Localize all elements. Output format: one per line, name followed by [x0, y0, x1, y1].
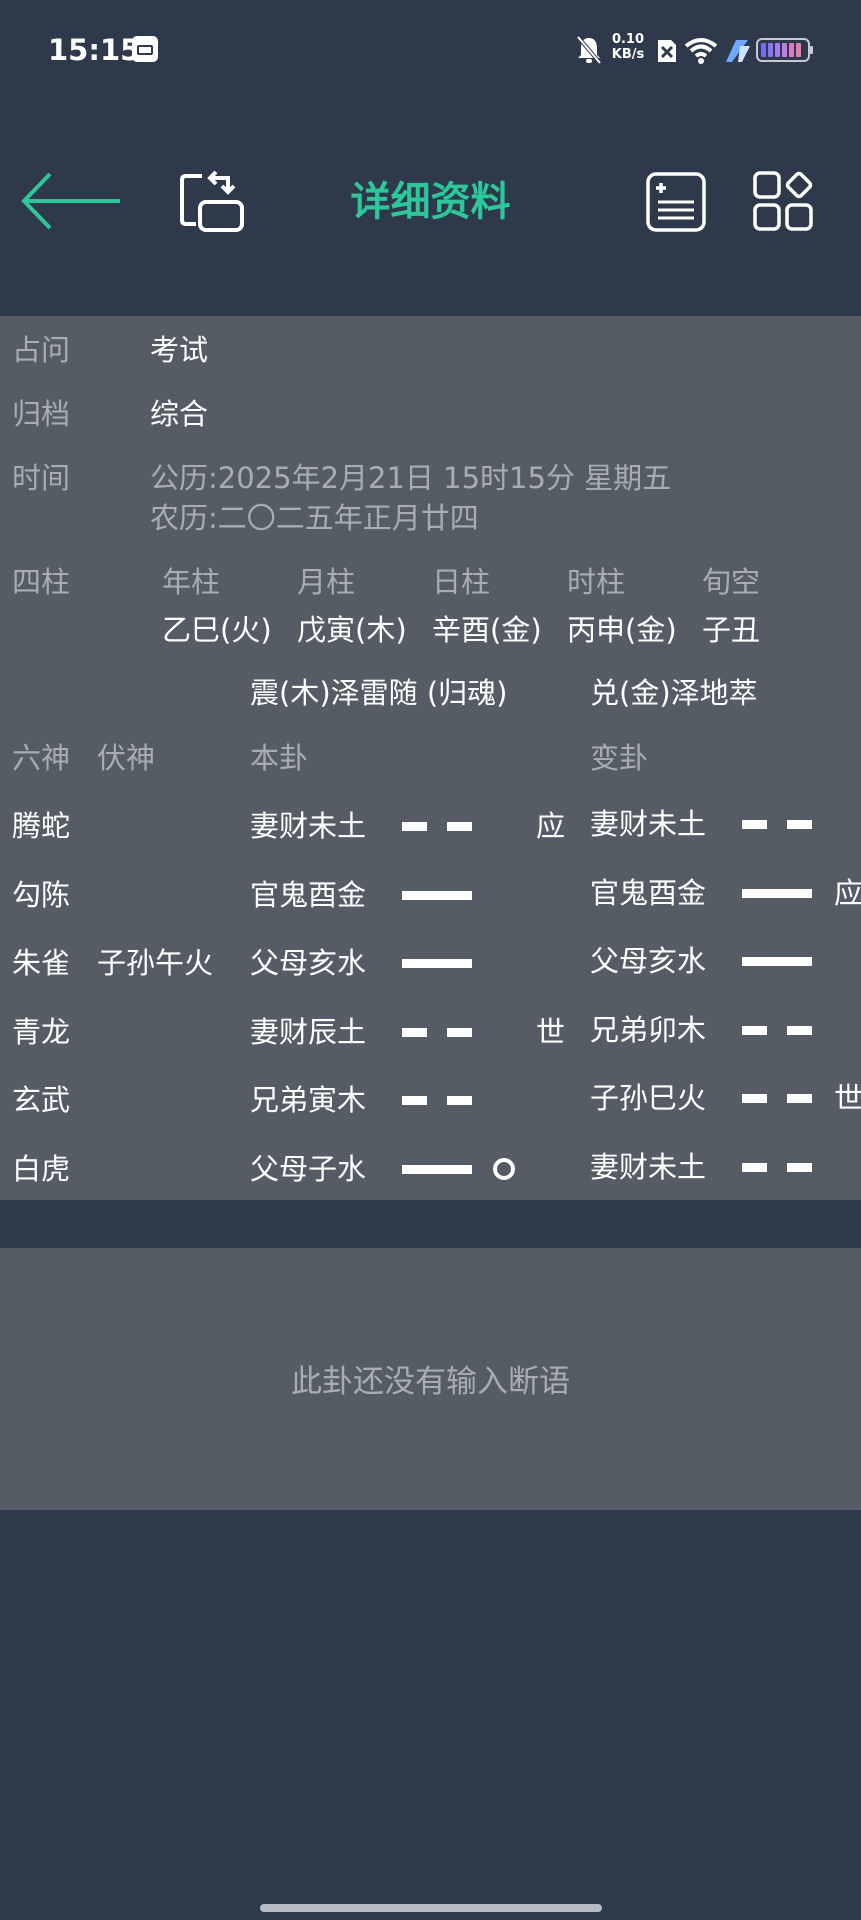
- page-title: 详细资料: [350, 179, 511, 225]
- pillar-header-day: 日柱: [432, 565, 491, 599]
- main-line-6: [402, 1165, 472, 1174]
- changed-line-label-5: 子孙巳火: [590, 1081, 707, 1115]
- main-line-label-1: 妻财未土: [250, 809, 367, 843]
- main-line-4-right: [447, 1028, 472, 1037]
- changed-mark-2: 应: [834, 876, 861, 910]
- changed-line-5-left: [742, 1094, 767, 1103]
- hidden-spirit-3: 子孙午火: [97, 946, 214, 980]
- changed-line-5-right: [787, 1094, 812, 1103]
- main-line-label-3: 父母亥水: [250, 946, 367, 980]
- col-main-hexagram: 本卦: [250, 741, 309, 775]
- charging-icon: [726, 40, 750, 62]
- changed-line-1-right: [787, 820, 812, 829]
- changed-line-1-left: [742, 820, 767, 829]
- main-line-1-left: [402, 822, 427, 831]
- status-time: 15:15: [48, 33, 141, 67]
- time-label: 时间: [12, 461, 71, 495]
- col-hidden-spirit: 伏神: [97, 741, 156, 775]
- changed-line-label-2: 官鬼酉金: [590, 876, 707, 910]
- main-line-5-right: [447, 1096, 472, 1105]
- speed-value: 0.10: [611, 32, 645, 47]
- question-label: 占问: [12, 333, 71, 367]
- main-line-4-left: [402, 1028, 427, 1037]
- speed-unit: KB/s: [611, 47, 645, 62]
- six-spirit-6: 白虎: [12, 1152, 71, 1186]
- pillar-hour: 丙申(金): [567, 613, 677, 647]
- pillar-header-year: 年柱: [162, 565, 221, 599]
- changed-line-3: [742, 957, 812, 966]
- six-spirit-1: 腾蛇: [12, 809, 71, 843]
- six-spirit-3: 朱雀: [12, 946, 71, 980]
- pillar-header-month: 月柱: [297, 565, 356, 599]
- changed-line-label-1: 妻财未土: [590, 807, 707, 841]
- sim-none-icon: [658, 40, 676, 62]
- category-label: 归档: [12, 397, 71, 431]
- changed-line-4-left: [742, 1026, 767, 1035]
- main-line-2: [402, 891, 472, 900]
- lunar-date: 农历:二〇二五年正月廿四: [150, 501, 479, 535]
- pillar-month: 戊寅(木): [297, 613, 407, 647]
- pillar-year: 乙巳(火): [162, 613, 272, 647]
- pillar-void: 子丑: [702, 613, 761, 647]
- main-line-label-5: 兄弟寅木: [250, 1083, 367, 1117]
- main-mark-4: 世: [536, 1015, 566, 1049]
- changed-line-label-3: 父母亥水: [590, 944, 707, 978]
- calendar-icon: [132, 36, 158, 62]
- pillar-day: 辛酉(金): [432, 613, 542, 647]
- six-spirit-4: 青龙: [12, 1015, 71, 1049]
- main-line-5-left: [402, 1096, 427, 1105]
- six-spirit-2: 勾陈: [12, 878, 71, 912]
- six-spirit-5: 玄武: [12, 1083, 71, 1117]
- pillar-header-hour: 时柱: [567, 565, 626, 599]
- battery-icon: [756, 38, 813, 62]
- main-hexagram-name: 震(木)泽雷随 (归魂): [250, 676, 508, 710]
- empty-judgement-text: 此卦还没有输入断语: [291, 1364, 570, 1400]
- pillar-header-void: 旬空: [702, 565, 761, 599]
- main-line-label-6: 父母子水: [250, 1152, 367, 1186]
- main-mark-1: 应: [536, 809, 566, 843]
- moving-line-marker: [493, 1158, 515, 1180]
- changed-line-6-right: [787, 1163, 812, 1172]
- changed-line-6-left: [742, 1163, 767, 1172]
- main-line-3: [402, 959, 472, 968]
- col-six-spirits: 六神: [12, 741, 71, 775]
- changed-mark-5: 世: [834, 1081, 861, 1115]
- changed-line-2: [742, 889, 812, 898]
- changed-hexagram-name: 兑(金)泽地萃: [590, 676, 758, 710]
- bell-muted-icon: [576, 35, 602, 65]
- main-line-label-4: 妻财辰土: [250, 1015, 367, 1049]
- col-changed-hexagram: 变卦: [590, 741, 649, 775]
- add-note-icon[interactable]: [646, 172, 706, 232]
- question-value: 考试: [150, 333, 209, 367]
- pillars-label: 四柱: [12, 565, 71, 599]
- apps-grid-icon[interactable]: [752, 170, 814, 232]
- wifi-icon: [684, 38, 718, 64]
- changed-line-label-6: 妻财未土: [590, 1150, 707, 1184]
- home-indicator[interactable]: [260, 1904, 602, 1912]
- network-speed: 0.10 KB/s: [607, 32, 649, 62]
- main-line-1-right: [447, 822, 472, 831]
- category-value: 综合: [150, 397, 209, 431]
- main-line-label-2: 官鬼酉金: [250, 878, 367, 912]
- changed-line-4-right: [787, 1026, 812, 1035]
- changed-line-label-4: 兄弟卯木: [590, 1013, 707, 1047]
- solar-date: 公历:2025年2月21日 15时15分 星期五: [150, 461, 672, 495]
